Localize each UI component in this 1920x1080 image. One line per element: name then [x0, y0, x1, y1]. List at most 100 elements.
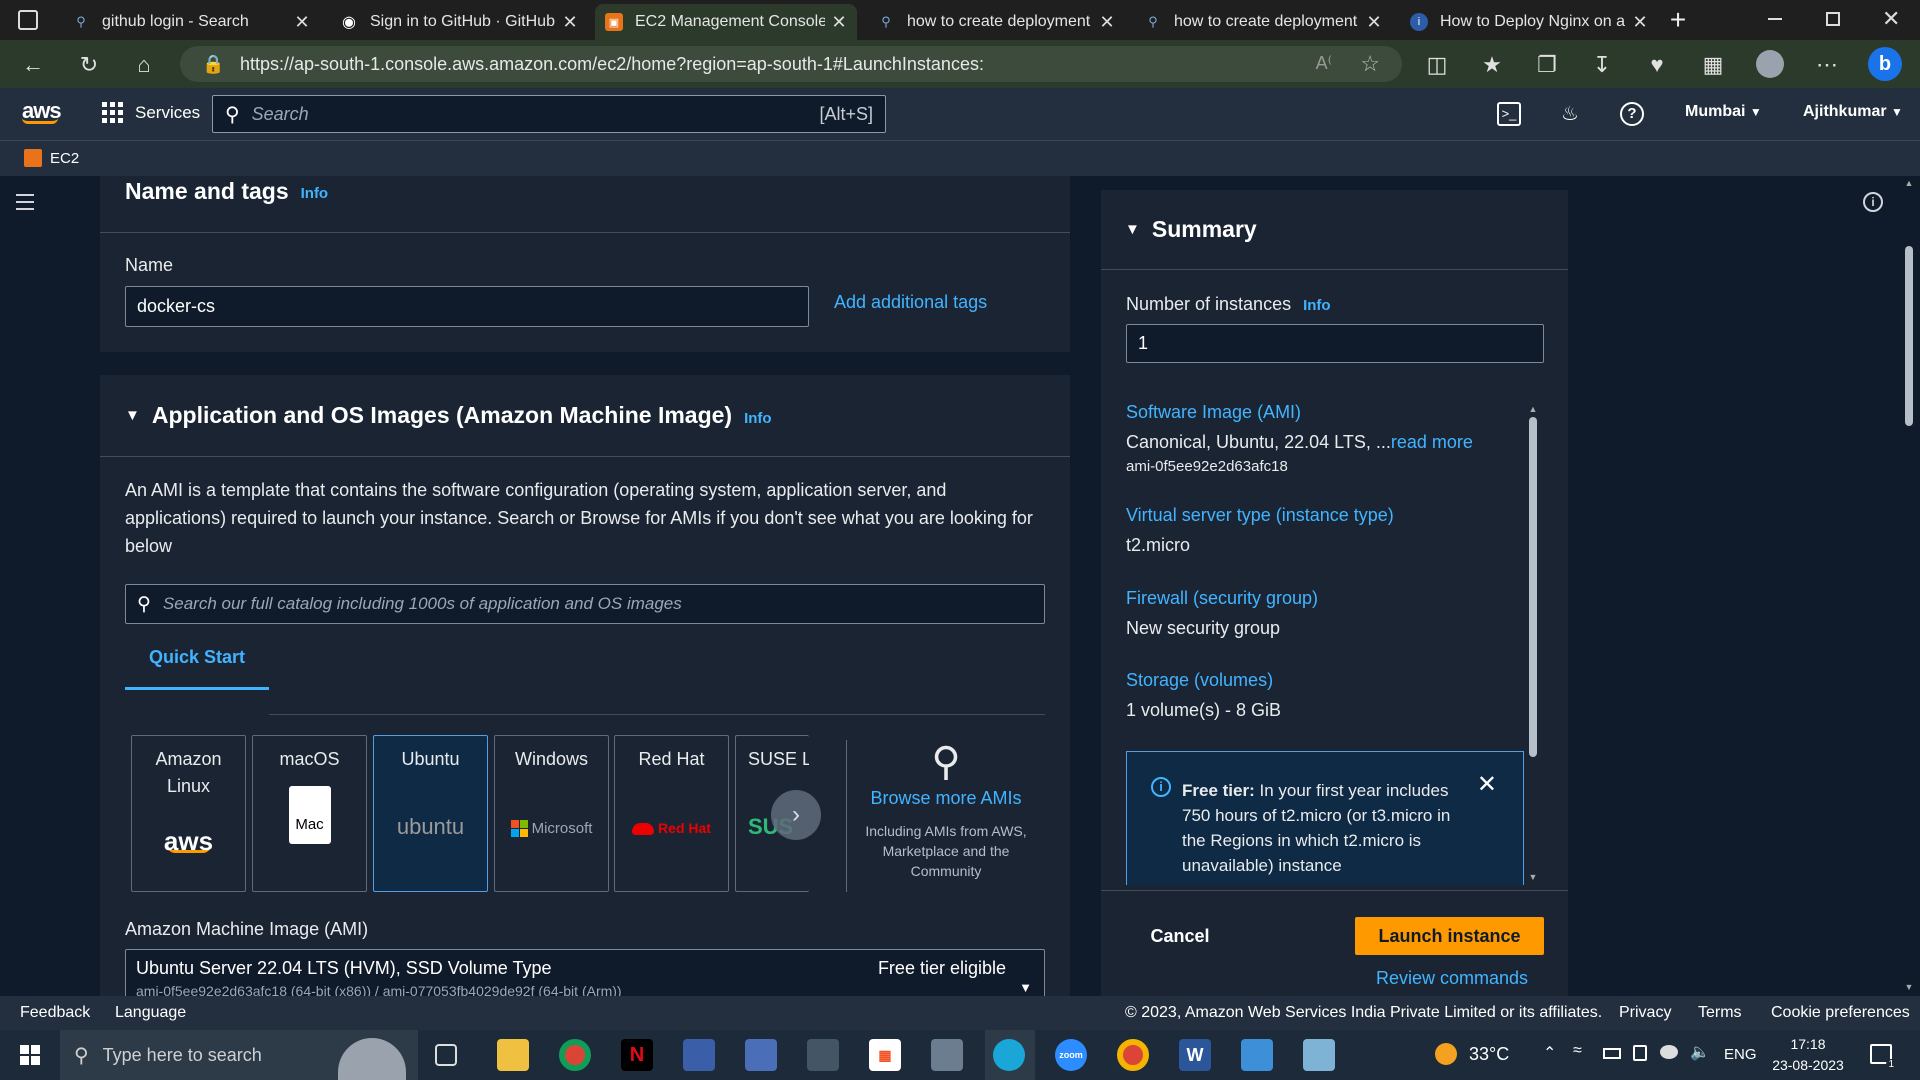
- restore-icon[interactable]: [1826, 12, 1840, 26]
- cookie-preferences-link[interactable]: Cookie preferences: [1771, 1004, 1910, 1022]
- windows-start-icon[interactable]: [20, 1045, 40, 1065]
- device-icon[interactable]: [1633, 1045, 1647, 1061]
- cloudshell-icon[interactable]: >_: [1497, 102, 1521, 126]
- close-tab-icon[interactable]: ✕: [562, 12, 578, 33]
- profile-avatar[interactable]: [1756, 50, 1784, 78]
- browse-more-amis[interactable]: ⚲ Browse more AMIs Including AMIs from A…: [862, 740, 1030, 881]
- services-menu[interactable]: Services: [102, 102, 200, 123]
- browser-tab-4[interactable]: ⚲ how to create deployment f ✕: [867, 4, 1125, 40]
- collapse-caret-icon[interactable]: ▼: [125, 407, 140, 424]
- browser-tab-6[interactable]: i How to Deploy Nginx on a I ✕: [1400, 4, 1658, 40]
- software-image-link[interactable]: Software Image (AMI): [1126, 402, 1301, 423]
- hamburger-menu-icon[interactable]: [16, 194, 34, 210]
- add-additional-tags-link[interactable]: Add additional tags: [834, 292, 987, 313]
- instance-type-link[interactable]: Virtual server type (instance type): [1126, 505, 1394, 526]
- zoom-icon[interactable]: zoom: [1055, 1039, 1087, 1071]
- browser-tab-2[interactable]: ◉ Sign in to GitHub · GitHub ✕: [330, 4, 588, 40]
- extensions-icon[interactable]: ▦: [1700, 52, 1726, 78]
- terminal-app-icon[interactable]: [807, 1039, 839, 1071]
- info-link[interactable]: Info: [744, 410, 772, 427]
- collapse-caret-icon[interactable]: ▼: [1125, 221, 1140, 238]
- home-icon[interactable]: ⌂: [131, 52, 157, 78]
- split-screen-icon[interactable]: ◫: [1424, 52, 1450, 78]
- feedback-link[interactable]: Feedback: [20, 1004, 90, 1022]
- weather-widget[interactable]: 33°C: [1435, 1043, 1509, 1065]
- clock[interactable]: 17:18 23-08-2023: [1768, 1034, 1848, 1076]
- close-tab-icon[interactable]: ✕: [294, 12, 310, 33]
- language-link[interactable]: Language: [115, 1004, 186, 1022]
- browser-tab-3-active[interactable]: ▣ EC2 Management Console ✕: [595, 4, 857, 40]
- notepad-icon[interactable]: [1303, 1039, 1335, 1071]
- network-app-icon[interactable]: [683, 1039, 715, 1071]
- meet-now-icon[interactable]: [1660, 1045, 1678, 1059]
- bing-copilot-icon[interactable]: b: [1868, 47, 1902, 81]
- read-more-link[interactable]: read more: [1391, 432, 1473, 452]
- cancel-button[interactable]: Cancel: [1133, 917, 1227, 955]
- info-link[interactable]: Info: [1303, 297, 1331, 314]
- browser-tab-5[interactable]: ⚲ how to create deployment f ✕: [1134, 4, 1392, 40]
- aws-logo[interactable]: aws: [22, 98, 62, 124]
- read-aloud-icon[interactable]: A⁽: [1316, 53, 1332, 74]
- launch-instance-button[interactable]: Launch instance: [1355, 917, 1544, 955]
- scroll-up-icon[interactable]: ▲: [1902, 178, 1916, 188]
- firewall-link[interactable]: Firewall (security group): [1126, 588, 1318, 609]
- browser-tab-1[interactable]: ⚲ github login - Search ✕: [62, 4, 320, 40]
- back-icon[interactable]: ←: [20, 52, 46, 78]
- summary-scrollbar[interactable]: ▲ ▼: [1528, 404, 1538, 882]
- name-input[interactable]: docker-cs: [125, 286, 809, 327]
- region-selector[interactable]: Mumbai ▼: [1685, 103, 1762, 121]
- downloads-icon[interactable]: ↧: [1589, 52, 1615, 78]
- minimize-icon[interactable]: [1768, 18, 1782, 20]
- aws-search-input[interactable]: ⚲ Search [Alt+S]: [212, 95, 886, 133]
- store-icon[interactable]: ▦: [869, 1039, 901, 1071]
- tab-actions-icon[interactable]: [18, 10, 38, 30]
- more-options-icon[interactable]: ⋯: [1814, 52, 1840, 78]
- scroll-thumb[interactable]: [1529, 417, 1537, 757]
- address-bar[interactable]: 🔒 https://ap-south-1.console.aws.amazon.…: [180, 46, 1402, 82]
- scroll-up-icon[interactable]: ▲: [1528, 404, 1538, 414]
- favorite-star-icon[interactable]: ☆: [1360, 51, 1380, 77]
- next-tiles-button[interactable]: ›: [771, 790, 821, 840]
- task-view-icon[interactable]: [435, 1044, 457, 1066]
- close-window-icon[interactable]: ✕: [1882, 6, 1900, 32]
- notification-center-icon[interactable]: 1: [1870, 1044, 1896, 1070]
- close-tab-icon[interactable]: ✕: [1632, 12, 1648, 33]
- remote-desktop-icon[interactable]: [745, 1039, 777, 1071]
- chrome-icon[interactable]: [559, 1039, 591, 1071]
- ami-tile-macos[interactable]: macOS Mac: [252, 735, 367, 892]
- chrome-profile-icon[interactable]: [1117, 1039, 1149, 1071]
- taskbar-search-input[interactable]: ⚲ Type here to search: [60, 1030, 418, 1080]
- wifi-icon[interactable]: ≈: [1573, 1042, 1582, 1060]
- info-link[interactable]: Info: [301, 185, 329, 202]
- photos-icon[interactable]: [1241, 1039, 1273, 1071]
- snipping-tool-icon[interactable]: [931, 1039, 963, 1071]
- favorites-icon[interactable]: ★: [1479, 52, 1505, 78]
- page-scrollbar[interactable]: ▲ ▼: [1902, 178, 1916, 992]
- review-commands-link[interactable]: Review commands: [1376, 968, 1528, 989]
- scroll-down-icon[interactable]: ▼: [1528, 872, 1538, 882]
- help-icon[interactable]: ?: [1620, 102, 1644, 126]
- tab-quick-start[interactable]: Quick Start: [125, 647, 269, 690]
- show-hidden-icons[interactable]: ⌃: [1543, 1043, 1556, 1063]
- ami-select[interactable]: Ubuntu Server 22.04 LTS (HVM), SSD Volum…: [125, 949, 1045, 996]
- scroll-down-icon[interactable]: ▼: [1902, 982, 1916, 992]
- close-tab-icon[interactable]: ✕: [1366, 12, 1382, 33]
- new-tab-button[interactable]: +: [1664, 4, 1692, 36]
- privacy-link[interactable]: Privacy: [1619, 1004, 1671, 1022]
- storage-link[interactable]: Storage (volumes): [1126, 670, 1273, 691]
- close-alert-icon[interactable]: ✕: [1477, 770, 1497, 799]
- ami-tile-ubuntu-selected[interactable]: Ubuntu ubuntu: [373, 735, 488, 892]
- close-tab-icon[interactable]: ✕: [831, 12, 847, 33]
- file-explorer-icon[interactable]: [497, 1039, 529, 1071]
- info-panel-icon[interactable]: i: [1863, 192, 1883, 212]
- account-menu[interactable]: Ajithkumar ▼: [1803, 103, 1903, 121]
- edge-icon[interactable]: [993, 1039, 1025, 1071]
- ami-tile-red-hat[interactable]: Red Hat Red Hat: [614, 735, 729, 892]
- word-icon[interactable]: W: [1179, 1039, 1211, 1071]
- scroll-thumb[interactable]: [1905, 246, 1913, 426]
- refresh-icon[interactable]: ↻: [76, 52, 102, 78]
- browse-more-link[interactable]: Browse more AMIs: [862, 788, 1030, 809]
- collections-icon[interactable]: ❐: [1534, 52, 1560, 78]
- volume-icon[interactable]: 🔈: [1690, 1042, 1710, 1062]
- ami-tile-windows[interactable]: Windows Microsoft: [494, 735, 609, 892]
